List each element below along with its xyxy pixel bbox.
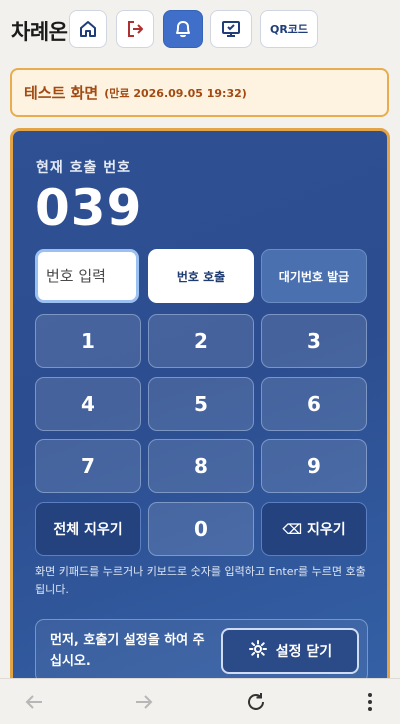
home-icon xyxy=(78,19,98,39)
settings-notice-text: 먼저, 호출기 설정을 하여 주십시오. xyxy=(50,633,205,669)
current-number-label: 현재 호출 번호 xyxy=(36,160,132,176)
home-button[interactable] xyxy=(69,10,107,48)
caller-panel: 현재 호출 번호 039 번호 호출 대기번호 발급 1 2 3 4 5 6 7… xyxy=(10,128,390,688)
key-0[interactable]: 0 xyxy=(148,502,254,556)
logout-icon xyxy=(125,19,145,39)
gear-icon xyxy=(248,639,268,663)
more-icon[interactable] xyxy=(358,690,382,714)
logout-button[interactable] xyxy=(116,10,154,48)
test-screen-banner: 테스트 화면 (만료 2026.09.05 19:32) xyxy=(10,68,389,117)
close-settings-button[interactable]: 설정 닫기 xyxy=(221,628,359,674)
number-input[interactable] xyxy=(35,249,139,303)
brand-title: 차례온 xyxy=(11,20,68,44)
browser-toolbar xyxy=(0,678,400,724)
key-5[interactable]: 5 xyxy=(148,377,254,431)
bell-icon xyxy=(172,18,194,40)
key-6[interactable]: 6 xyxy=(261,377,367,431)
clear-all-button[interactable]: 전체 지우기 xyxy=(35,502,141,556)
issue-ticket-button[interactable]: 대기번호 발급 xyxy=(261,249,367,303)
close-settings-label: 설정 닫기 xyxy=(275,644,333,660)
key-4[interactable]: 4 xyxy=(35,377,141,431)
key-8[interactable]: 8 xyxy=(148,439,254,493)
call-number-button[interactable]: 번호 호출 xyxy=(148,249,254,303)
top-navigation: 차례온 QR코드 xyxy=(0,0,400,60)
input-hint: 화면 키패드를 누르거나 키보드로 숫자를 입력하고 Enter를 누르면 호출… xyxy=(35,565,366,596)
forward-icon[interactable] xyxy=(132,690,156,714)
caller-button[interactable] xyxy=(163,10,203,48)
display-button[interactable] xyxy=(210,10,252,48)
back-icon[interactable] xyxy=(22,690,46,714)
key-3[interactable]: 3 xyxy=(261,314,367,368)
reload-icon[interactable] xyxy=(244,690,268,714)
current-number: 039 xyxy=(35,179,143,237)
key-9[interactable]: 9 xyxy=(261,439,367,493)
qr-code-button[interactable]: QR코드 xyxy=(260,10,318,48)
backspace-button[interactable]: ⌫ 지우기 xyxy=(261,502,367,556)
qr-code-label: QR코드 xyxy=(269,23,309,36)
banner-expiry: (만료 2026.09.05 19:32) xyxy=(104,86,247,100)
key-7[interactable]: 7 xyxy=(35,439,141,493)
monitor-icon xyxy=(220,18,242,40)
settings-notice: 먼저, 호출기 설정을 하여 주십시오. 설정 닫기 xyxy=(35,619,368,683)
key-2[interactable]: 2 xyxy=(148,314,254,368)
banner-title: 테스트 화면 xyxy=(24,84,99,102)
key-1[interactable]: 1 xyxy=(35,314,141,368)
